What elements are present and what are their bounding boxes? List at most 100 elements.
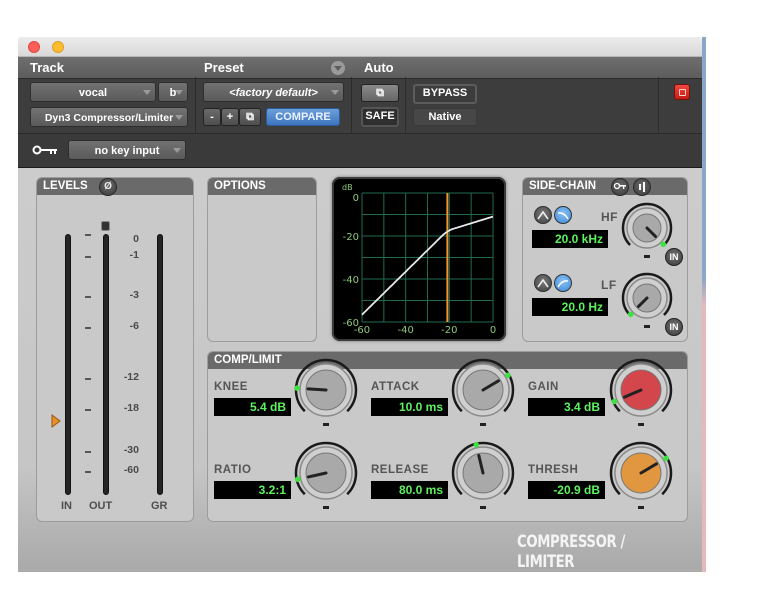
meter-scale-label: -18: [123, 402, 139, 414]
header-labels: Track Preset Auto: [18, 57, 702, 79]
clip-indicator[interactable]: [101, 221, 110, 231]
graph-x-tick-label: -20: [441, 325, 457, 336]
gain-knob[interactable]: [609, 358, 673, 426]
key-input-value: no key input: [94, 145, 160, 157]
preset-next-button[interactable]: +: [221, 108, 239, 126]
attack-readout[interactable]: 10.0 ms: [371, 398, 448, 416]
knob-value-led: [505, 372, 511, 379]
options-header: OPTIONS: [208, 178, 316, 195]
knee-readout[interactable]: 5.4 dB: [214, 398, 291, 416]
lf-label: LF: [601, 278, 617, 292]
knob-value-led: [473, 442, 480, 448]
separator: [195, 77, 196, 134]
knob-value-led: [294, 385, 300, 391]
thresh-knob[interactable]: [609, 441, 673, 509]
gain-label: GAIN: [528, 381, 559, 393]
knob-notch: [644, 325, 650, 328]
meter-tick: [85, 409, 91, 411]
gain-readout[interactable]: 3.4 dB: [528, 398, 605, 416]
key-input-select[interactable]: no key input: [68, 140, 186, 160]
bypass-button[interactable]: BYPASS: [413, 84, 477, 104]
chevron-down-icon: [173, 148, 181, 153]
comp-limit-title: COMP/LIMIT: [214, 354, 282, 366]
transfer-curve-graph: dB 0 -20 -40 -60 -60 -40 -20 0: [332, 177, 506, 341]
lf-knob[interactable]: [621, 272, 673, 328]
levels-panel: LEVELS Ø 0 -1 -3 -6 -12 -18 -30 -60 IN OUT GR: [36, 177, 194, 522]
key-icon: [32, 145, 57, 155]
hf-in-button[interactable]: IN: [665, 248, 683, 266]
knob-notch: [323, 423, 329, 426]
hf-readout[interactable]: 20.0 kHz: [532, 230, 608, 248]
chevron-down-icon: [175, 90, 183, 95]
knob-notch: [644, 255, 650, 258]
hf-lowpass-button[interactable]: [554, 206, 572, 224]
knob-value-led: [660, 241, 667, 248]
key-listen-icon[interactable]: [611, 178, 629, 196]
channel-select[interactable]: b: [158, 82, 188, 102]
sidechain-panel: SIDE-CHAIN HF 20.0 kHz IN LF 20.0 Hz IN: [522, 177, 688, 342]
meter-tick: [85, 234, 91, 236]
chevron-down-icon: [175, 115, 183, 120]
ratio-readout[interactable]: 3.2:1: [214, 481, 291, 499]
graph-x-tick-label: -40: [397, 325, 413, 336]
sidechain-header: SIDE-CHAIN: [523, 178, 687, 195]
plugin-name: Dyn3 Compressor/Limiter: [44, 112, 174, 124]
hf-knob[interactable]: [621, 202, 673, 258]
phase-invert-icon[interactable]: Ø: [99, 178, 117, 196]
meter-scale-label: -60: [123, 464, 139, 476]
track-select[interactable]: vocal: [30, 82, 156, 102]
knob-value-led: [627, 311, 634, 318]
release-knob[interactable]: [451, 441, 515, 509]
close-button[interactable]: [28, 41, 40, 53]
preset-previous-button[interactable]: -: [203, 108, 221, 126]
attack-knob[interactable]: [451, 358, 515, 426]
ratio-knob[interactable]: [294, 441, 358, 509]
sidechain-title: SIDE-CHAIN: [529, 180, 597, 192]
lf-highpass-button[interactable]: [554, 274, 572, 292]
thresh-readout[interactable]: -20.9 dB: [528, 481, 605, 499]
options-title: OPTIONS: [214, 180, 266, 192]
graph-y-tick-label: -20: [343, 232, 359, 243]
attack-label: ATTACK: [371, 381, 420, 393]
separator: [405, 77, 406, 134]
copy-settings-button[interactable]: ⧉: [239, 108, 261, 126]
meter-tick: [85, 451, 91, 453]
release-readout[interactable]: 80.0 ms: [371, 481, 448, 499]
background-window-edge: [702, 37, 706, 572]
knee-knob[interactable]: [294, 358, 358, 426]
automation-button[interactable]: ⧉: [361, 84, 399, 102]
auto-label: Auto: [364, 60, 394, 75]
preset-select[interactable]: <factory default>: [203, 82, 344, 102]
levels-title: LEVELS: [43, 180, 88, 192]
graph-y-tick-label: 0: [353, 193, 359, 204]
preset-label: Preset: [204, 60, 244, 75]
lf-in-button[interactable]: IN: [665, 318, 683, 336]
meter-scale-label: -30: [123, 444, 139, 456]
thresh-knob-graphic: [609, 441, 673, 509]
compare-button[interactable]: COMPARE: [266, 108, 340, 126]
plugin-window: Track Preset Auto vocal b Dyn3 Compresso…: [18, 37, 702, 572]
knee-knob-graphic: [294, 358, 358, 426]
preset-menu-icon[interactable]: [331, 61, 345, 75]
meter-scale-label: -12: [123, 371, 139, 383]
plugin-select[interactable]: Dyn3 Compressor/Limiter: [30, 107, 188, 127]
hf-bandpass-button[interactable]: [534, 206, 552, 224]
comp-limit-panel: COMP/LIMIT KNEE 5.4 dB RATIO 3.2:1 ATTAC…: [207, 351, 688, 522]
key-input-row: no key input: [18, 135, 702, 168]
target-plugin-icon[interactable]: [674, 84, 690, 100]
preset-name: <factory default>: [229, 87, 318, 99]
minimize-button[interactable]: [52, 41, 64, 53]
meter-tick: [85, 327, 91, 329]
sidechain-listen-icon[interactable]: [633, 178, 651, 196]
gain-reduction-meter: [157, 234, 163, 495]
native-button[interactable]: Native: [413, 108, 477, 126]
meter-label-gr: GR: [151, 500, 168, 512]
safe-button[interactable]: SAFE: [361, 107, 399, 127]
lf-bandpass-button[interactable]: [534, 274, 552, 292]
title-bar[interactable]: [18, 37, 702, 57]
meter-tick: [85, 471, 91, 473]
lf-readout[interactable]: 20.0 Hz: [532, 298, 608, 316]
meter-scale-label: -1: [129, 249, 139, 261]
automation-icon: ⧉: [376, 87, 384, 99]
knob-notch: [323, 506, 329, 509]
